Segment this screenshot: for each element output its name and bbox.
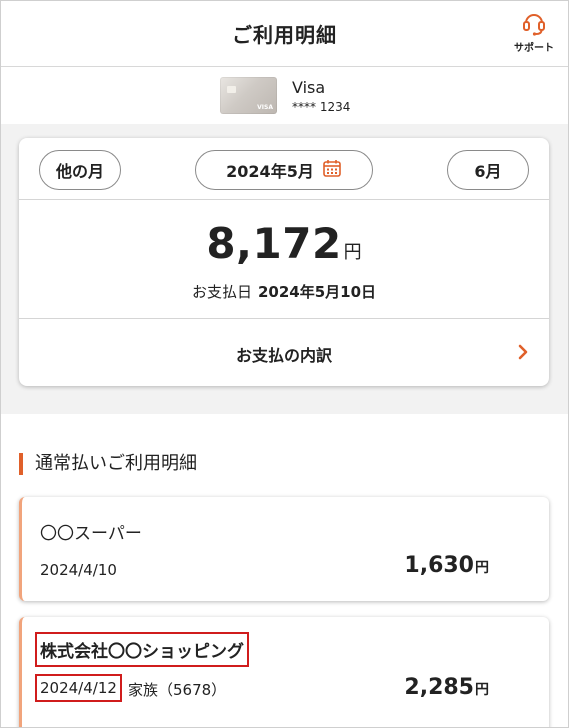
payment-date-line: お支払日 2024年5月10日 [19,281,549,302]
page-title: ご利用明細 [232,23,337,47]
transaction-merchant: 株式会社〇〇ショッピング [35,632,249,667]
payment-date-label: お支払日 [191,283,252,301]
transaction-item[interactable]: 〇〇スーパー 2024/4/10 1,630円 [19,497,549,601]
transaction-amount-value: 2,285 [404,675,474,700]
transaction-currency: 円 [475,560,489,576]
payment-breakdown-label: お支払の内訳 [235,346,332,365]
current-month-button[interactable]: 2024年5月 [195,150,373,190]
next-month-label: 6月 [474,162,502,181]
header: ご利用明細 サポート [1,1,568,67]
summary-band: 他の月 2024年5月 6月 8,172 円 お支払日 2024年5月10日 お… [1,124,568,414]
other-month-button[interactable]: 他の月 [39,150,121,190]
transaction-currency: 円 [475,682,489,698]
app-frame: ご利用明細 サポート VISA Visa **** 1234 他の月 2024年… [0,0,569,728]
calendar-icon [322,158,342,182]
month-navigation: 他の月 2024年5月 6月 [19,138,549,200]
support-button[interactable]: サポート [510,11,558,54]
current-month-label: 2024年5月 [226,162,314,181]
chevron-right-icon [517,344,529,364]
other-month-label: 他の月 [55,162,104,181]
transaction-amount: 2,285円 [404,675,489,700]
transaction-merchant: 〇〇スーパー [40,524,142,544]
billing-amount-block: 8,172 円 お支払日 2024年5月10日 [19,201,549,319]
next-month-button[interactable]: 6月 [447,150,529,190]
transaction-item[interactable]: 株式会社〇〇ショッピング 2024/4/12 家族（5678） 2,285円 [19,617,549,727]
support-label: サポート [514,43,554,54]
transaction-member: 家族（5678） [128,681,227,699]
credit-card-image: VISA [220,77,277,114]
billing-currency: 円 [343,242,362,263]
payment-breakdown-link[interactable]: お支払の内訳 [19,320,549,386]
card-selector[interactable]: VISA Visa **** 1234 [1,68,568,124]
transaction-amount-value: 1,630 [404,553,474,578]
payment-date-value: 2024年5月10日 [257,283,377,301]
transaction-amount: 1,630円 [404,553,489,578]
billing-amount: 8,172 [206,219,342,268]
headset-icon [510,11,558,37]
card-image-brand: VISA [257,104,273,111]
card-brand: Visa [292,78,326,97]
transaction-date: 2024/4/12 [35,674,122,702]
amount-line: 8,172 円 [19,219,549,268]
card-chip [227,86,236,93]
billing-summary-card: 他の月 2024年5月 6月 8,172 円 お支払日 2024年5月10日 お… [19,138,549,386]
transaction-date: 2024/4/10 [40,561,117,579]
card-number: **** 1234 [292,100,351,114]
section-title: 通常払いご利用明細 [19,453,197,475]
